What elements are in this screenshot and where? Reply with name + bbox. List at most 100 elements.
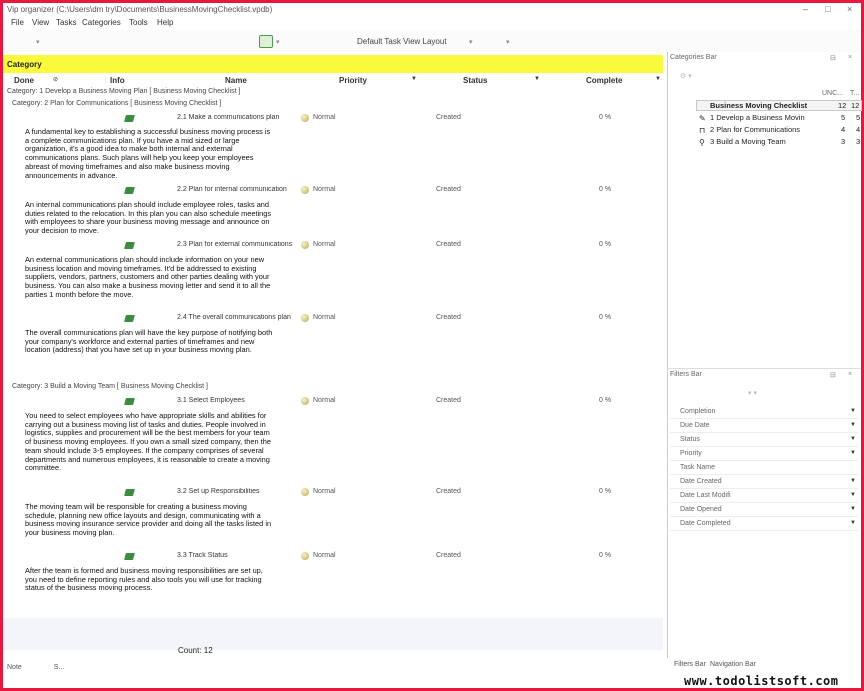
task-complete[interactable]: 0 % [599, 488, 611, 495]
task-name[interactable]: 3.2 Set up Responsibilities [177, 488, 295, 495]
task-priority[interactable]: Normal [313, 397, 336, 404]
list-footer-band [3, 618, 663, 650]
task-status[interactable]: Created [436, 114, 461, 121]
filter-date-last-modified[interactable]: Date Last Modifi ▼ [670, 489, 858, 503]
task-priority[interactable]: Normal [313, 314, 336, 321]
menu-tasks[interactable]: Tasks [56, 18, 76, 27]
filter-date-completed[interactable]: Date Completed ▼ [670, 517, 858, 531]
task-status[interactable]: Created [436, 314, 461, 321]
task-icon [124, 115, 135, 122]
col-uncompleted[interactable]: UNC... [822, 90, 843, 97]
col-done[interactable]: Done [14, 76, 34, 85]
col-status[interactable]: Status [463, 76, 487, 85]
tab-navigation-bar[interactable]: Navigation Bar [710, 661, 756, 668]
group-by-bar[interactable]: Category [3, 55, 663, 73]
task-description: After the team is formed and business mo… [25, 566, 263, 593]
pin-icon[interactable]: ⊟ [830, 371, 836, 379]
view-layout-dropdown-icon[interactable]: ▾ [469, 38, 473, 46]
close-button[interactable]: × [847, 4, 852, 14]
window-title: Vip organizer (C:\Users\dm try\Documents… [7, 5, 273, 14]
priority-icon [301, 488, 309, 496]
category-row[interactable]: Category: 3 Build a Moving Team [ Busine… [12, 383, 208, 390]
filter-status[interactable]: Status ▼ [670, 433, 858, 447]
task-name[interactable]: 3.3 Track Status [177, 552, 295, 559]
task-complete[interactable]: 0 % [599, 186, 611, 193]
task-priority[interactable]: Normal [313, 114, 336, 121]
task-name[interactable]: 2.4 The overall communications plan [177, 314, 295, 321]
task-status[interactable]: Created [436, 241, 461, 248]
task-status[interactable]: Created [436, 488, 461, 495]
menu-tools[interactable]: Tools [129, 18, 148, 27]
task-view-dropdown-icon[interactable]: ▾ [276, 38, 280, 46]
menu-file[interactable]: File [11, 18, 24, 27]
filter-toolbar-icon[interactable]: ▾ ▾ [748, 389, 757, 397]
task-status[interactable]: Created [436, 552, 461, 559]
task-name[interactable]: 2.1 Make a communications plan [177, 114, 295, 121]
menu-help[interactable]: Help [157, 18, 173, 27]
panel-close-icon[interactable]: × [848, 371, 852, 378]
panel-close-icon[interactable]: × [848, 54, 852, 61]
task-count: Count: 12 [178, 646, 213, 655]
filter-date-opened[interactable]: Date Opened ▼ [670, 503, 858, 517]
category-tree-item[interactable]: 1 Develop a Business Movin [710, 113, 805, 122]
filters-panel: Filters Bar ⊟ × ▾ ▾ Completion ▼ Due Date… [667, 368, 861, 658]
task-priority[interactable]: Normal [313, 241, 336, 248]
task-description: An external communications plan should i… [25, 255, 271, 299]
tab-filters-bar[interactable]: Filters Bar [674, 661, 706, 668]
col-priority[interactable]: Priority [339, 76, 367, 85]
filter-date-created[interactable]: Date Created ▼ [670, 475, 858, 489]
task-description: A fundamental key to establishing a succ… [25, 127, 271, 180]
task-description: The overall communications plan will hav… [25, 328, 273, 355]
note-label: Note S... [7, 664, 65, 671]
filter-due-date[interactable]: Due Date ▼ [670, 419, 858, 433]
task-name[interactable]: 2.2 Plan for internal communication [177, 186, 295, 193]
task-view-icon[interactable] [259, 35, 273, 48]
status-sort-icon[interactable]: ▼ [534, 76, 540, 82]
menu-view[interactable]: View [32, 18, 49, 27]
category-item-icon: ⊓ [699, 126, 706, 135]
col-total[interactable]: T... [850, 90, 859, 97]
task-complete[interactable]: 0 % [599, 552, 611, 559]
task-complete[interactable]: 0 % [599, 314, 611, 321]
task-status[interactable]: Created [436, 186, 461, 193]
category-tree-item[interactable]: 3 Build a Moving Team [710, 137, 786, 146]
col-attachment-icon[interactable]: ⊘ [53, 76, 58, 83]
task-icon [124, 315, 135, 322]
priority-sort-icon[interactable]: ▼ [411, 76, 417, 82]
task-complete[interactable]: 0 % [599, 241, 611, 248]
category-row[interactable]: Category: 1 Develop a Business Moving Pl… [7, 88, 240, 95]
task-priority[interactable]: Normal [313, 186, 336, 193]
category-tree-item[interactable]: 2 Plan for Communications [710, 125, 800, 134]
col-info[interactable]: Info [110, 76, 125, 85]
task-complete[interactable]: 0 % [599, 114, 611, 121]
priority-icon [301, 186, 309, 194]
category-toolbar-icon[interactable]: ⚙ ▾ [680, 72, 692, 80]
category-tree-root[interactable]: Business Moving Checklist [710, 101, 807, 110]
more-dropdown-icon[interactable]: ▾ [506, 38, 510, 46]
task-status[interactable]: Created [436, 397, 461, 404]
complete-sort-icon[interactable]: ▼ [655, 76, 661, 82]
menu-categories[interactable]: Categories [82, 18, 121, 27]
maximize-button[interactable]: □ [825, 4, 830, 14]
view-layout-select[interactable]: Default Task View Layout [357, 37, 447, 46]
minimize-button[interactable]: – [803, 4, 808, 14]
col-name[interactable]: Name [225, 76, 247, 85]
task-name[interactable]: 3.1 Select Employees [177, 397, 295, 404]
new-dropdown-icon[interactable]: ▾ [36, 38, 40, 46]
task-description: You need to select employees who have ap… [25, 411, 271, 473]
menu-bar: File View Tasks Categories Tools Help [3, 17, 861, 30]
filter-completion[interactable]: Completion ▼ [670, 405, 858, 419]
task-priority[interactable]: Normal [313, 488, 336, 495]
category-row[interactable]: Category: 2 Plan for Communications [ Bu… [12, 100, 221, 107]
priority-icon [301, 314, 309, 322]
task-complete[interactable]: 0 % [599, 397, 611, 404]
filter-priority[interactable]: Priority ▼ [670, 447, 858, 461]
filters-panel-title: Filters Bar [670, 371, 702, 378]
task-priority[interactable]: Normal [313, 552, 336, 559]
pin-icon[interactable]: ⊟ [830, 54, 836, 62]
col-complete[interactable]: Complete [586, 76, 622, 85]
task-icon [124, 398, 135, 405]
filter-task-name[interactable]: Task Name [670, 461, 858, 475]
title-bar: Vip organizer (C:\Users\dm try\Documents… [3, 3, 861, 17]
task-name[interactable]: 2.3 Plan for external communications [177, 241, 295, 248]
